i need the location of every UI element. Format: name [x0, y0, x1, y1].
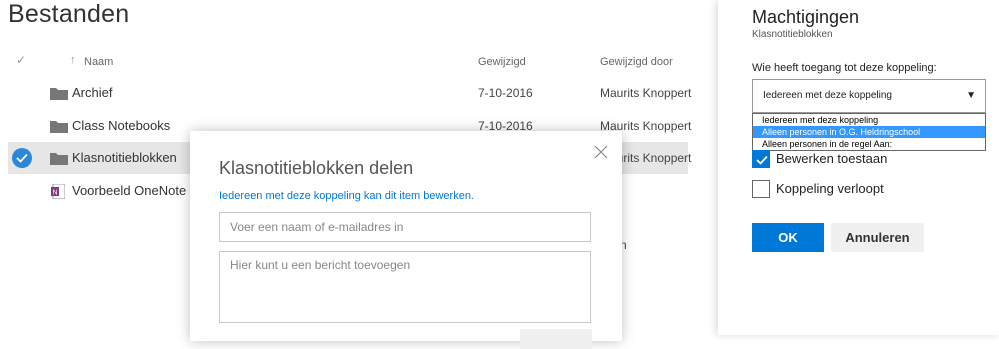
- column-header-modified-by[interactable]: Gewijzigd door: [600, 56, 673, 68]
- column-header-modified[interactable]: Gewijzigd: [478, 56, 526, 68]
- share-link-settings[interactable]: Iedereen met deze koppeling kan dit item…: [219, 190, 474, 202]
- page-title: Bestanden: [8, 0, 130, 28]
- folder-icon: [50, 88, 68, 100]
- panel-title: Machtigingen: [752, 7, 860, 27]
- panel-subtitle: Klasnotitieblokken: [752, 29, 833, 40]
- svg-text:N: N: [53, 190, 58, 197]
- onenote-icon: N: [51, 184, 65, 199]
- row-name[interactable]: Klasnotitieblokken: [72, 150, 177, 165]
- recipient-input[interactable]: Voer een naam of e-mailadres in: [219, 212, 591, 242]
- access-option[interactable]: Alleen personen in de regel Aan:: [753, 138, 985, 150]
- share-dialog-title: Klasnotitieblokken delen: [219, 158, 414, 178]
- close-icon[interactable]: [594, 145, 608, 159]
- access-option-highlighted[interactable]: Alleen personen in O.G. Heldringschool: [753, 126, 985, 138]
- dropdown-arrow-icon: ▼: [966, 90, 976, 101]
- column-header-name[interactable]: Naam: [84, 56, 113, 68]
- row-name[interactable]: Voorbeeld OneNote n: [72, 183, 197, 198]
- select-all-check-icon[interactable]: ✓: [16, 53, 26, 67]
- link-expires-label: Koppeling verloopt: [776, 181, 884, 196]
- folder-icon: [50, 153, 68, 165]
- row-modified-by: Maurits Knoppert: [600, 86, 692, 100]
- permissions-panel: Machtigingen Klasnotitieblokken Wie heef…: [718, 0, 999, 335]
- allow-edit-label: Bewerken toestaan: [776, 151, 888, 166]
- row-name[interactable]: Archief: [72, 85, 112, 100]
- ok-button[interactable]: OK: [752, 223, 824, 252]
- access-select-value: Iedereen met deze koppeling: [763, 90, 892, 101]
- access-select[interactable]: Iedereen met deze koppeling ▼: [752, 79, 986, 113]
- share-button[interactable]: [520, 329, 592, 349]
- link-expires-checkbox[interactable]: [752, 180, 770, 198]
- message-input[interactable]: Hier kunt u een bericht toevoegen: [219, 251, 591, 323]
- cancel-button[interactable]: Annuleren: [831, 223, 924, 252]
- folder-icon: [50, 121, 68, 133]
- access-dropdown-list: Iedereen met deze koppeling Alleen perso…: [752, 113, 986, 151]
- allow-edit-checkbox[interactable]: [752, 150, 770, 168]
- access-option[interactable]: Iedereen met deze koppeling: [753, 114, 985, 126]
- row-modified: 7-10-2016: [478, 86, 533, 100]
- selected-check-icon[interactable]: [12, 148, 32, 168]
- table-row[interactable]: Archief 7-10-2016 Maurits Knoppert: [8, 77, 692, 109]
- share-dialog: Klasnotitieblokken delen Iedereen met de…: [190, 131, 622, 349]
- row-name[interactable]: Class Notebooks: [72, 118, 170, 133]
- sort-arrow-icon[interactable]: ↑: [70, 54, 76, 66]
- access-label: Wie heeft toegang tot deze koppeling:: [752, 62, 937, 74]
